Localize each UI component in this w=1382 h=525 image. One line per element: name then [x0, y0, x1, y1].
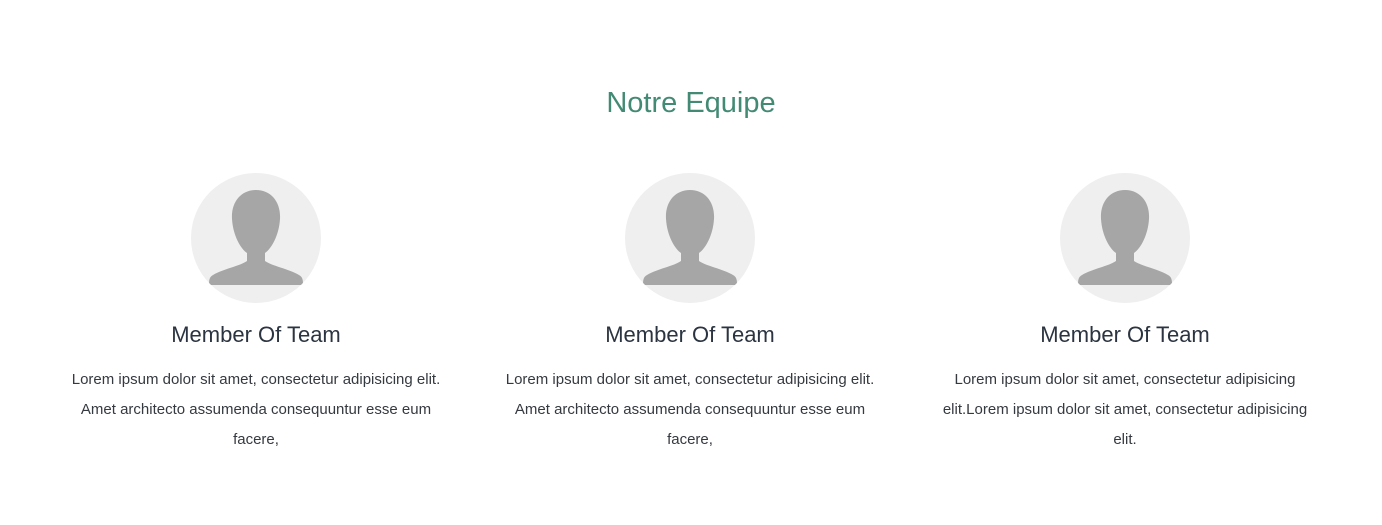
avatar — [1060, 173, 1190, 303]
avatar — [191, 173, 321, 303]
team-member-card: Member Of Team Lorem ipsum dolor sit ame… — [66, 173, 446, 455]
member-name: Member Of Team — [605, 322, 775, 347]
avatar — [625, 173, 755, 303]
user-silhouette-icon — [209, 190, 303, 285]
user-silhouette-icon — [643, 190, 737, 285]
member-name: Member Of Team — [171, 322, 341, 347]
user-silhouette-icon — [1078, 190, 1172, 285]
member-description: Lorem ipsum dolor sit amet, consectetur … — [942, 371, 1308, 448]
team-member-card: Member Of Team Lorem ipsum dolor sit ame… — [500, 173, 880, 455]
member-description: Lorem ipsum dolor sit amet, consectetur … — [71, 371, 441, 448]
team-member-card: Member Of Team Lorem ipsum dolor sit ame… — [935, 173, 1315, 455]
section-title: Notre Equipe — [606, 87, 776, 119]
team-section: Notre Equipe Member Of Team Lorem ipsum … — [0, 0, 1382, 525]
member-name: Member Of Team — [1040, 322, 1210, 347]
member-description: Lorem ipsum dolor sit amet, consectetur … — [505, 371, 875, 448]
